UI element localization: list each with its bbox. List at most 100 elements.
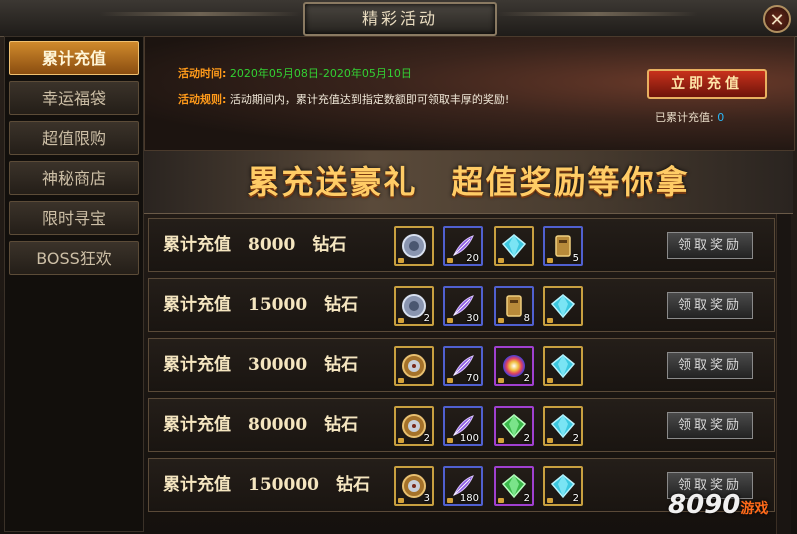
item-count: 100 [459, 433, 479, 444]
title-right-ornament [497, 12, 697, 16]
sidebar-item-label: BOSS狂欢 [36, 249, 112, 268]
reward-item-slot[interactable] [543, 286, 583, 326]
total-recharge-label: 已累计充值: [655, 111, 714, 124]
reward-item-slot[interactable]: 30 [443, 286, 483, 326]
sidebar-item-mystery-shop[interactable]: 神秘商店 [9, 161, 139, 195]
item-count: 5 [572, 253, 579, 264]
sidebar-item-label: 超值限购 [41, 129, 106, 148]
watermark-brand: 8090 [668, 490, 741, 520]
reward-item-slot[interactable]: 2 [394, 406, 434, 446]
sidebar-item-label: 幸运福袋 [41, 89, 106, 108]
item-count: 2 [523, 493, 530, 504]
reward-item-slot[interactable]: 2 [494, 406, 534, 446]
sidebar-item-boss-carnival[interactable]: BOSS狂欢 [9, 241, 139, 275]
scrollbar[interactable] [776, 214, 791, 534]
item-count: 70 [466, 373, 479, 384]
claim-reward-button[interactable]: 领取奖励 [667, 292, 753, 319]
sidebar: 累计充值 幸运福袋 超值限购 神秘商店 限时寻宝 BOSS狂欢 [4, 36, 144, 532]
bound-lock-icon [547, 378, 553, 383]
sidebar-item-value-limited[interactable]: 超值限购 [9, 121, 139, 155]
item-count: 20 [466, 253, 479, 264]
bound-lock-icon [447, 438, 453, 443]
bound-lock-icon [547, 258, 553, 263]
bound-lock-icon [398, 258, 404, 263]
bound-lock-icon [447, 378, 453, 383]
sidebar-item-label: 累计充值 [41, 49, 106, 68]
slogan-banner: 累充送豪礼 超值奖励等你拿 [144, 151, 793, 214]
sidebar-item-label: 神秘商店 [41, 169, 106, 188]
reward-item-slot[interactable]: 2 [494, 466, 534, 506]
item-count: 2 [523, 373, 530, 384]
reward-item-slot[interactable] [394, 346, 434, 386]
reward-item-slot[interactable]: 3 [394, 466, 434, 506]
reward-row: 累计充值 30000 钻石 70 2 领取奖励 [148, 338, 775, 392]
reward-item-slot[interactable]: 180 [443, 466, 483, 506]
slogan-text: 累充送豪礼 超值奖励等你拿 [247, 163, 690, 201]
item-count: 180 [459, 493, 479, 504]
reward-row-label: 累计充值 30000 钻石 [163, 355, 359, 375]
close-icon[interactable]: ✕ [763, 5, 791, 33]
total-recharge-line: 已累计充值: 0 [655, 109, 724, 125]
activity-window: 精彩活动 ✕ 累计充值 幸运福袋 超值限购 神秘商店 限时寻宝 BOSS狂欢 活… [0, 0, 797, 534]
claim-reward-button[interactable]: 领取奖励 [667, 352, 753, 379]
reward-item-slot[interactable]: 2 [543, 406, 583, 446]
title-left-ornament [100, 12, 300, 16]
activity-time-label: 活动时间: [178, 67, 227, 80]
item-count: 8 [523, 313, 530, 324]
bound-lock-icon [498, 498, 504, 503]
bound-lock-icon [447, 318, 453, 323]
reward-list: 累计充值 8000 钻石 20 5 领取奖励 累计充值 15000 钻石 2 30 8 领取奖励… [144, 214, 793, 534]
brand-watermark: 8090游戏 [668, 490, 768, 520]
reward-item-slot[interactable]: 70 [443, 346, 483, 386]
watermark-suffix: 游戏 [740, 501, 769, 517]
bound-lock-icon [398, 498, 404, 503]
sidebar-item-label: 限时寻宝 [41, 209, 106, 228]
activity-rule-value: 活动期间内，累计充值达到指定数额即可领取丰厚的奖励! [229, 93, 510, 106]
bound-lock-icon [447, 498, 453, 503]
reward-row-label: 累计充值 80000 钻石 [163, 415, 359, 435]
reward-item-slot[interactable] [494, 226, 534, 266]
item-count: 2 [423, 433, 430, 444]
reward-row: 累计充值 80000 钻石 2 100 2 2 领取奖励 [148, 398, 775, 452]
sidebar-item-cumulative-recharge[interactable]: 累计充值 [9, 41, 139, 75]
activity-banner: 活动时间: 2020年05月08日-2020年05月10日 活动规则: 活动期间… [144, 36, 795, 151]
bound-lock-icon [547, 498, 553, 503]
total-recharge-value: 0 [717, 111, 725, 124]
sidebar-item-lucky-bag[interactable]: 幸运福袋 [9, 81, 139, 115]
bound-lock-icon [498, 378, 504, 383]
claim-reward-button[interactable]: 领取奖励 [667, 232, 753, 259]
activity-time-line: 活动时间: 2020年05月08日-2020年05月10日 [178, 65, 412, 81]
bound-lock-icon [398, 378, 404, 383]
reward-item-slot[interactable]: 2 [494, 346, 534, 386]
activity-time-value: 2020年05月08日-2020年05月10日 [229, 67, 412, 80]
bound-lock-icon [498, 258, 504, 263]
reward-row: 累计充值 15000 钻石 2 30 8 领取奖励 [148, 278, 775, 332]
reward-row: 累计充值 8000 钻石 20 5 领取奖励 [148, 218, 775, 272]
reward-row-label: 累计充值 8000 钻石 [163, 235, 347, 255]
reward-item-slot[interactable]: 8 [494, 286, 534, 326]
item-count: 2 [572, 433, 579, 444]
activity-rule-label: 活动规则: [178, 93, 227, 106]
bound-lock-icon [547, 438, 553, 443]
reward-item-slot[interactable]: 2 [394, 286, 434, 326]
item-count: 30 [466, 313, 479, 324]
reward-item-slot[interactable]: 100 [443, 406, 483, 446]
activity-rule-line: 活动规则: 活动期间内，累计充值达到指定数额即可领取丰厚的奖励! [178, 91, 509, 107]
reward-row-label: 累计充值 15000 钻石 [163, 295, 359, 315]
reward-item-slot[interactable] [394, 226, 434, 266]
reward-item-slot[interactable]: 2 [543, 466, 583, 506]
reward-item-slot[interactable]: 20 [443, 226, 483, 266]
title-bar: 精彩活动 ✕ [0, 0, 797, 37]
claim-reward-button[interactable]: 领取奖励 [667, 412, 753, 439]
reward-row-label: 累计充值 150000 钻石 [163, 475, 370, 495]
sidebar-item-treasure-hunt[interactable]: 限时寻宝 [9, 201, 139, 235]
bound-lock-icon [498, 318, 504, 323]
window-title: 精彩活动 [361, 9, 438, 28]
item-count: 3 [423, 493, 430, 504]
reward-item-slot[interactable] [543, 346, 583, 386]
bound-lock-icon [447, 258, 453, 263]
reward-item-slot[interactable]: 5 [543, 226, 583, 266]
bound-lock-icon [398, 318, 404, 323]
item-count: 2 [523, 433, 530, 444]
recharge-now-button[interactable]: 立即充值 [647, 69, 767, 99]
